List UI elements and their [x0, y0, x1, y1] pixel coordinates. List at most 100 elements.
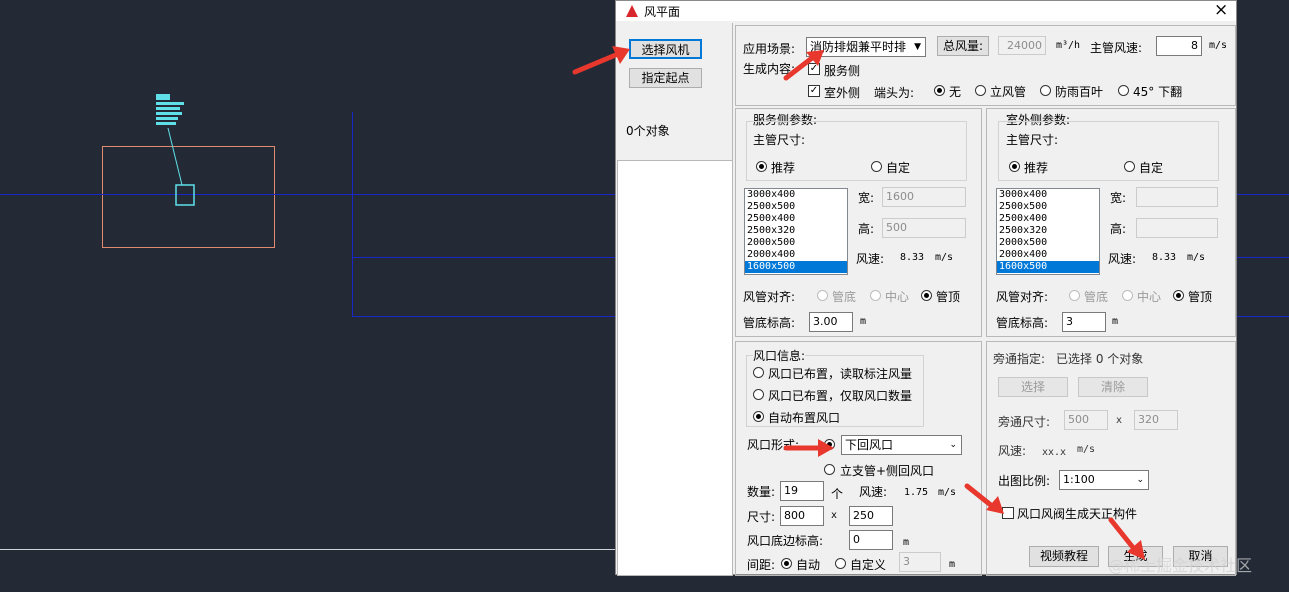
outdoor-elev-input[interactable]: 3 — [1062, 312, 1106, 332]
object-count: 0个对象 — [626, 124, 670, 138]
service-height-input[interactable]: 500 — [882, 218, 966, 238]
end-louver-radio[interactable] — [1040, 85, 1051, 96]
outdoor-custom-radio[interactable] — [1124, 161, 1135, 172]
outlet-spacing-auto-radio[interactable] — [781, 558, 792, 569]
cad-hline-3 — [352, 316, 615, 317]
bypass-select-button[interactable]: 选择 — [998, 377, 1068, 397]
main-speed-unit: m/s — [1209, 40, 1228, 51]
outlet-speed-value: 1.75 — [904, 487, 929, 498]
outlet-opt1-radio[interactable] — [753, 367, 764, 378]
list-item[interactable]: 3000x400 — [997, 189, 1099, 201]
outdoor-align-center-radio[interactable] — [1122, 290, 1133, 301]
outdoor-speed-unit: m/s — [1187, 252, 1206, 263]
service-align-bottom-radio[interactable] — [817, 290, 828, 301]
service-width-input[interactable]: 1600 — [882, 187, 966, 207]
outlet-speed-unit: m/s — [938, 487, 957, 498]
outlet-opt3-radio[interactable] — [753, 411, 764, 422]
service-custom-radio[interactable] — [871, 161, 882, 172]
outdoor-align-bottom-radio[interactable] — [1069, 290, 1080, 301]
end-45-radio[interactable] — [1118, 85, 1129, 96]
bypass-clear-button[interactable]: 清除 — [1078, 377, 1148, 397]
list-item-selected[interactable]: 1600x500 — [745, 261, 847, 273]
cad-hline-right-2 — [1237, 257, 1289, 258]
title-bar[interactable]: 风平面 × — [616, 0, 1236, 21]
list-item[interactable]: 3000x400 — [745, 189, 847, 201]
list-item[interactable]: 2500x400 — [745, 213, 847, 225]
list-item[interactable]: 2000x500 — [997, 237, 1099, 249]
main-speed-input[interactable]: 8 — [1156, 36, 1202, 56]
total-air-input[interactable]: 24000 — [998, 36, 1046, 55]
outlet-size-x: x — [831, 510, 838, 521]
outdoor-width-input[interactable] — [1136, 187, 1218, 207]
service-align-label: 风管对齐: — [743, 290, 796, 304]
chevron-down-icon: ▼ — [914, 42, 921, 52]
arrow-icon-1 — [572, 46, 630, 75]
video-tutorial-button[interactable]: 视频教程 — [1029, 546, 1099, 567]
bypass-size-w-input[interactable]: 500 — [1064, 410, 1108, 430]
service-elev-input[interactable]: 3.00 — [809, 312, 853, 332]
outdoor-custom-label: 自定 — [1139, 161, 1164, 175]
list-item[interactable]: 2500x320 — [745, 225, 847, 237]
outlet-bottom-input[interactable]: 0 — [849, 530, 893, 550]
service-align-center-radio[interactable] — [870, 290, 881, 301]
end-riser-label: 立风管 — [990, 85, 1027, 99]
outlet-form-select[interactable]: 下回风口 ⌄ — [841, 435, 962, 455]
outlet-qty-input[interactable]: 19 — [780, 481, 824, 501]
cad-hline-right-3 — [1237, 316, 1289, 317]
outlet-opt2-radio[interactable] — [753, 389, 764, 400]
service-align-bottom-label: 管底 — [832, 290, 857, 304]
cad-canvas[interactable] — [0, 0, 615, 592]
end-45-label: 45° 下翻 — [1133, 85, 1183, 99]
outlet-speed-label: 风速: — [859, 485, 888, 499]
outlet-spacing-custom-radio[interactable] — [835, 558, 846, 569]
main-speed-label: 主管风速: — [1090, 41, 1143, 55]
service-align-top-radio[interactable] — [921, 290, 932, 301]
bypass-status: 已选择 0 个对象 — [1056, 352, 1144, 366]
outdoor-height-input[interactable] — [1136, 218, 1218, 238]
bypass-scale-select[interactable]: 1:100 ⌄ — [1059, 470, 1149, 490]
list-item[interactable]: 2000x400 — [745, 249, 847, 261]
outdoor-speed-label: 风速: — [1108, 252, 1137, 266]
outlet-size-w-input[interactable]: 800 — [780, 506, 824, 526]
outdoor-width-label: 宽: — [1110, 191, 1127, 205]
service-recommend-radio[interactable] — [756, 161, 767, 172]
outdoor-align-label: 风管对齐: — [996, 290, 1049, 304]
total-air-unit: m³/h — [1056, 40, 1081, 51]
outlet-opt1-label: 风口已布置，读取标注风量 — [768, 367, 913, 381]
arrow-icon-4 — [964, 483, 1004, 514]
outlet-size-h-input[interactable]: 250 — [849, 506, 893, 526]
end-none-radio[interactable] — [934, 85, 945, 96]
outdoor-align-top-radio[interactable] — [1173, 290, 1184, 301]
outlet-form-alt-radio[interactable] — [824, 464, 835, 475]
list-item[interactable]: 2500x320 — [997, 225, 1099, 237]
bypass-speed-unit: m/s — [1077, 444, 1096, 455]
total-air-button[interactable]: 总风量: — [937, 36, 989, 56]
end-none-label: 无 — [949, 85, 962, 99]
list-item[interactable]: 2000x400 — [997, 249, 1099, 261]
list-item[interactable]: 2500x400 — [997, 213, 1099, 225]
outdoor-side-checkbox[interactable]: ✓ — [808, 85, 820, 97]
outdoor-recommend-radio[interactable] — [1009, 161, 1020, 172]
app-logo-icon — [626, 5, 638, 17]
arrow-icon-5 — [1108, 517, 1145, 560]
list-item[interactable]: 2000x500 — [745, 237, 847, 249]
service-recommend-label: 推荐 — [771, 161, 796, 175]
dialog-title: 风平面 — [644, 5, 681, 19]
list-item[interactable]: 2500x500 — [997, 201, 1099, 213]
outdoor-size-list[interactable]: 3000x400 2500x500 2500x400 2500x320 2000… — [996, 188, 1100, 275]
outlet-spacing-input[interactable]: 3 — [899, 552, 941, 572]
outlet-spacing-custom-label: 自定义 — [850, 558, 887, 572]
bypass-label: 旁通指定: — [993, 352, 1046, 366]
service-speed-value: 8.33 — [900, 252, 925, 263]
bypass-scale-value: 1:100 — [1063, 473, 1095, 486]
close-icon[interactable]: × — [1214, 0, 1228, 20]
list-item[interactable]: 2500x500 — [745, 201, 847, 213]
cad-hline-1 — [0, 194, 615, 195]
service-size-list[interactable]: 3000x400 2500x500 2500x400 2500x320 2000… — [744, 188, 848, 275]
outlet-qty-unit: 个 — [831, 487, 844, 501]
bypass-size-h-input[interactable]: 320 — [1134, 410, 1178, 430]
list-item-selected[interactable]: 1600x500 — [997, 261, 1099, 273]
service-height-label: 高: — [858, 222, 875, 236]
service-custom-label: 自定 — [886, 161, 911, 175]
end-riser-radio[interactable] — [975, 85, 986, 96]
